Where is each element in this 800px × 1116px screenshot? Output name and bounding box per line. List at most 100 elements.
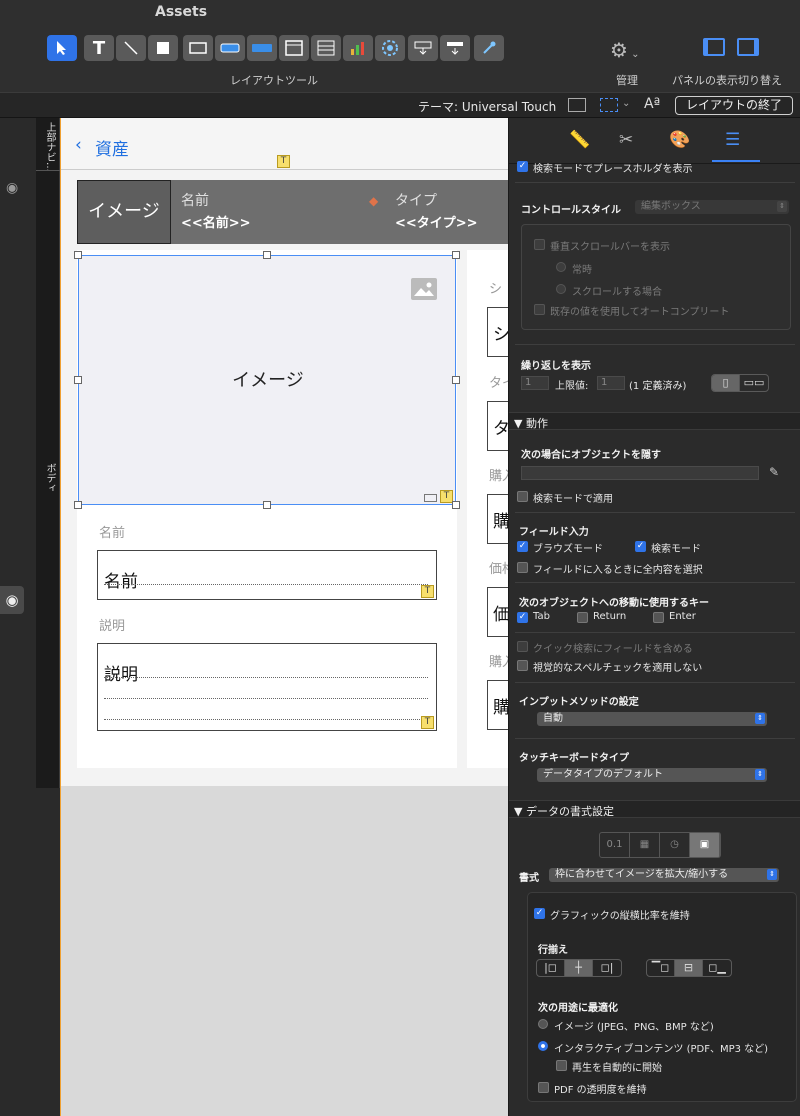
- right-field[interactable]: シ: [487, 307, 508, 357]
- manage-button[interactable]: ⚙ ⌄: [610, 38, 640, 62]
- align-center-icon[interactable]: ┼: [565, 960, 593, 976]
- insert-field-icon: [414, 41, 432, 55]
- right-field[interactable]: 購: [487, 680, 508, 730]
- button-tool-button[interactable]: [215, 35, 245, 61]
- resize-handle[interactable]: [74, 376, 82, 384]
- optimize-interactive-radio[interactable]: [538, 1041, 548, 1051]
- browse-mode-checkbox[interactable]: ✓: [517, 541, 528, 552]
- always-radio[interactable]: [556, 262, 566, 272]
- visibility-eye-icon-active[interactable]: ◉: [0, 586, 24, 614]
- next-object-keys-label: 次のオブジェクトへの移動に使用するキー: [519, 598, 709, 609]
- list-name-merge-field[interactable]: <<名前>>: [181, 212, 251, 231]
- resize-handle[interactable]: [74, 501, 82, 509]
- select-all-checkbox[interactable]: [517, 562, 528, 573]
- show-vscroll-checkbox[interactable]: [534, 239, 545, 250]
- calendar-icon[interactable]: ▦: [630, 833, 660, 857]
- input-method-select[interactable]: 自動 ⇕: [537, 712, 767, 726]
- pencil-icon[interactable]: ✎: [769, 465, 779, 479]
- data-format-section-header[interactable]: ▼ データの書式設定: [509, 800, 800, 818]
- behavior-section-header[interactable]: ▼ 動作: [509, 412, 800, 430]
- field-tool-button[interactable]: [183, 35, 213, 61]
- text-tool-button[interactable]: T: [84, 35, 114, 61]
- horizontal-repeat-icon[interactable]: ▭▭: [740, 375, 768, 391]
- resize-handle[interactable]: [452, 376, 460, 384]
- horizontal-align-segment[interactable]: |◻ ┼ ◻|: [536, 959, 622, 977]
- portal-tool-button[interactable]: [311, 35, 341, 61]
- right-field[interactable]: 購: [487, 494, 508, 544]
- align-bottom-icon[interactable]: ◻▁: [703, 960, 731, 976]
- styles-tools-icon[interactable]: ✂: [619, 130, 633, 150]
- when-scrolling-radio[interactable]: [556, 284, 566, 294]
- touch-keyboard-select[interactable]: データタイプのデフォルト ⇕: [537, 768, 767, 782]
- arrow-tool-button[interactable]: [47, 35, 77, 61]
- optimize-images-radio[interactable]: [538, 1019, 548, 1029]
- selection-icon[interactable]: [600, 98, 618, 112]
- number-format-tab[interactable]: 0.1: [600, 833, 630, 857]
- right-field-label: 価格: [489, 562, 508, 577]
- back-button-label[interactable]: 資産: [95, 135, 129, 160]
- web-viewer-tool-button[interactable]: [375, 35, 405, 61]
- resize-handle[interactable]: [452, 251, 460, 259]
- apply-in-find-checkbox[interactable]: [517, 491, 528, 502]
- chart-tool-button[interactable]: [343, 35, 373, 61]
- control-style-select[interactable]: 編集ボックス ⇕: [635, 200, 789, 214]
- right-field[interactable]: 価: [487, 587, 508, 637]
- format-painter-button[interactable]: [474, 35, 504, 61]
- font-size-icon[interactable]: Aª: [644, 96, 660, 112]
- align-middle-icon[interactable]: ⊟: [675, 960, 703, 976]
- chevron-down-icon[interactable]: ⌄: [622, 98, 630, 109]
- hide-object-calc-input[interactable]: [521, 466, 759, 480]
- align-top-icon[interactable]: ▔◻: [647, 960, 675, 976]
- name-field[interactable]: 名前 T: [97, 550, 437, 600]
- body-part-label[interactable]: ボディ: [42, 463, 57, 493]
- list-type-merge-field[interactable]: <<タイプ>>: [395, 212, 478, 231]
- keep-aspect-checkbox[interactable]: ✓: [534, 908, 545, 919]
- button-bar-tool-button[interactable]: [247, 35, 277, 61]
- repeat-from-input[interactable]: 1: [521, 376, 549, 390]
- insert-part-button[interactable]: [440, 35, 470, 61]
- vertical-align-segment[interactable]: ▔◻ ⊟ ◻▁: [646, 959, 732, 977]
- placeholder-in-find-checkbox[interactable]: ✓: [517, 161, 528, 172]
- appearance-palette-icon[interactable]: 🎨: [669, 130, 690, 150]
- auto-play-checkbox[interactable]: [556, 1060, 567, 1071]
- exit-layout-button[interactable]: レイアウトの終了: [675, 96, 793, 115]
- popover-tool-button[interactable]: [279, 35, 309, 61]
- align-right-icon[interactable]: ◻|: [593, 960, 621, 976]
- insert-field-button[interactable]: [408, 35, 438, 61]
- autocomplete-checkbox[interactable]: [534, 304, 545, 315]
- description-field[interactable]: 説明 T: [97, 643, 437, 731]
- spellcheck-checkbox[interactable]: [517, 660, 528, 671]
- line-tool-button[interactable]: [116, 35, 146, 61]
- format-type-segment[interactable]: 0.1 ▦ ◷ ▣: [599, 832, 721, 858]
- image-container-field[interactable]: イメージ T: [78, 255, 456, 505]
- top-navigation-part-label[interactable]: 上部ナビ…: [42, 122, 57, 172]
- repeat-orientation-segment[interactable]: ▯ ▭▭: [711, 374, 769, 392]
- return-key-checkbox[interactable]: [577, 612, 588, 623]
- repeat-to-input[interactable]: 1: [597, 376, 625, 390]
- visibility-eye-icon[interactable]: ◉: [6, 180, 18, 196]
- position-ruler-icon[interactable]: 📏: [569, 130, 590, 150]
- image-format-select[interactable]: 枠に合わせてイメージを拡大/縮小する ⇕: [549, 868, 779, 882]
- pdf-transparency-checkbox[interactable]: [538, 1082, 549, 1093]
- find-mode-checkbox[interactable]: ✓: [635, 541, 646, 552]
- resize-handle[interactable]: [452, 501, 460, 509]
- quick-find-checkbox[interactable]: [517, 641, 528, 652]
- tab-key-checkbox[interactable]: ✓: [517, 612, 528, 623]
- enter-key-checkbox[interactable]: [653, 612, 664, 623]
- resize-handle[interactable]: [263, 251, 271, 259]
- right-panel-toggle-icon[interactable]: [737, 38, 759, 56]
- data-database-icon[interactable]: ☰: [725, 130, 740, 150]
- clock-icon[interactable]: ◷: [660, 833, 690, 857]
- image-format-icon[interactable]: ▣: [690, 833, 720, 857]
- resize-handle[interactable]: [263, 501, 271, 509]
- shape-tool-button[interactable]: [148, 35, 178, 61]
- apply-in-find-label: 検索モードで適用: [533, 494, 613, 505]
- align-left-icon[interactable]: |◻: [537, 960, 565, 976]
- chevron-left-icon[interactable]: ‹: [75, 135, 82, 155]
- field-entry-label: フィールド入力: [519, 527, 589, 538]
- resize-handle[interactable]: [74, 251, 82, 259]
- vertical-repeat-icon[interactable]: ▯: [712, 375, 740, 391]
- arrange-icon[interactable]: [568, 98, 586, 112]
- right-field[interactable]: タ: [487, 401, 508, 451]
- left-panel-toggle-icon[interactable]: [703, 38, 725, 56]
